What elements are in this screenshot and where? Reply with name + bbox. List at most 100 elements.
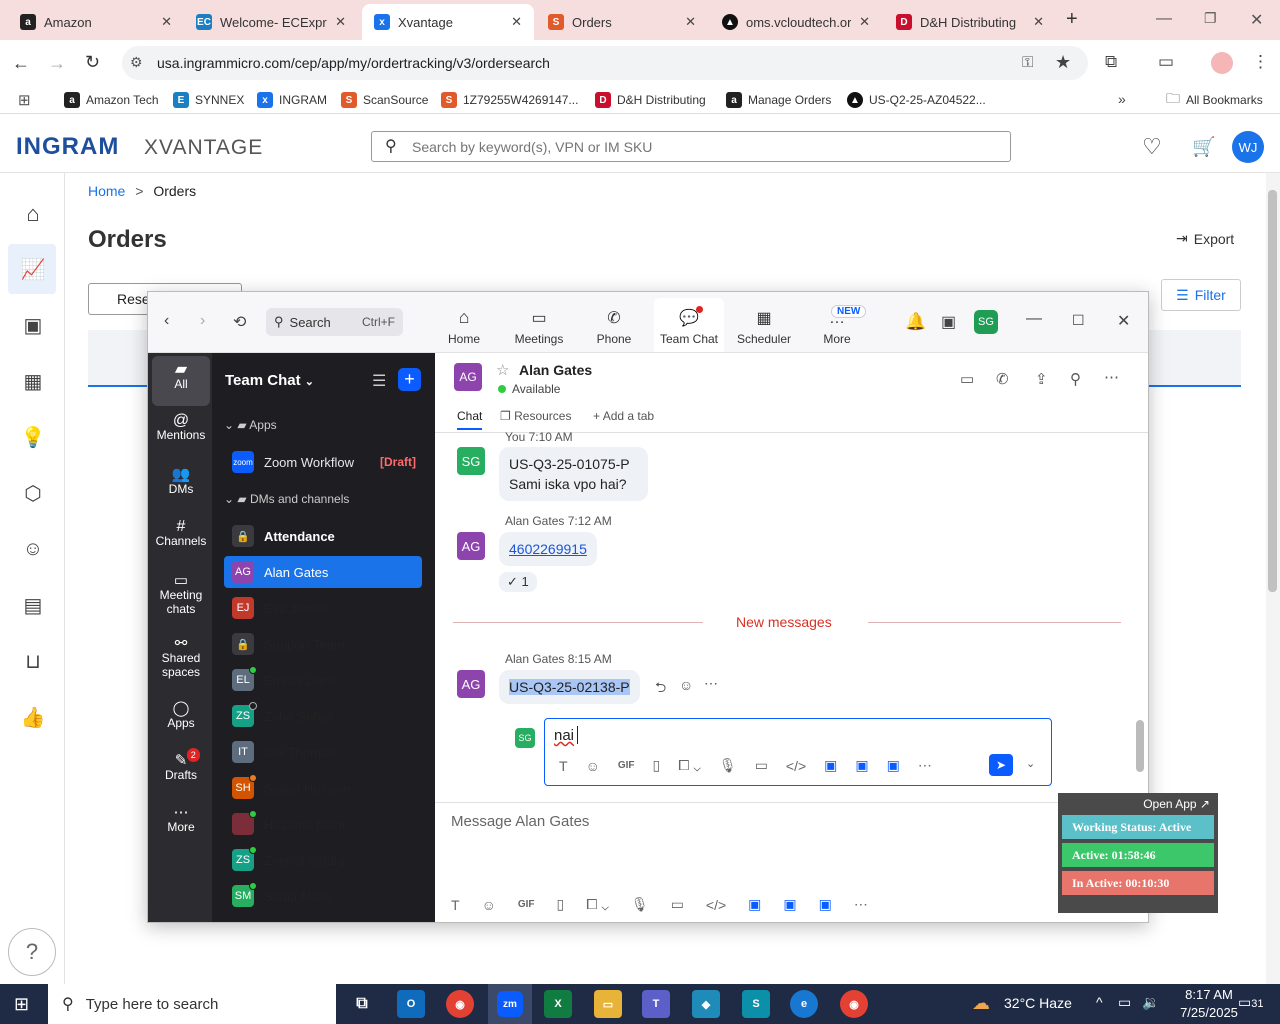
tab-amazon[interactable]: a Amazon ✕: [8, 4, 184, 40]
filter-icon[interactable]: ☰: [372, 371, 386, 391]
zoom-nav-home[interactable]: ⌂ Home: [429, 298, 499, 352]
apps-grid-icon[interactable]: ⊞: [18, 91, 31, 109]
site-info-icon[interactable]: ⚙: [130, 54, 143, 71]
dms-section[interactable]: ⌄ ▰ DMs and channels: [224, 492, 349, 506]
code-icon[interactable]: </>: [786, 758, 806, 774]
menu-icon[interactable]: ⋮: [1252, 52, 1269, 72]
gift-icon[interactable]: ▣: [941, 312, 956, 332]
gif-icon[interactable]: GIF: [618, 760, 635, 771]
cast-icon[interactable]: ▭: [1158, 52, 1174, 72]
bell-icon[interactable]: 🔔: [905, 312, 926, 332]
weather-icon[interactable]: ☁: [972, 993, 990, 1014]
lightbulb-icon[interactable]: 💡: [18, 422, 48, 452]
list-item[interactable]: SM Sadia Malik: [224, 880, 422, 912]
weather-text[interactable]: 32°C Haze: [1004, 995, 1072, 1011]
task-view-icon[interactable]: ⧉: [348, 990, 376, 1018]
filter-button[interactable]: ☰ Filter: [1161, 279, 1241, 311]
app-icon[interactable]: ▣: [819, 896, 832, 913]
message-bubble[interactable]: 4602269915: [499, 532, 597, 566]
zoom-close-button[interactable]: ✕: [1117, 311, 1130, 331]
excel-icon[interactable]: X: [544, 990, 572, 1018]
bag-icon[interactable]: ⊔: [18, 646, 48, 676]
home-icon[interactable]: ⌂: [18, 199, 48, 229]
rail-more[interactable]: ⋯ More: [152, 805, 210, 834]
new-tab-button[interactable]: +: [1066, 8, 1078, 31]
list-item[interactable]: EJ Eva James: [224, 592, 422, 624]
more-options-icon[interactable]: ⋯: [704, 675, 718, 692]
clock-time[interactable]: 8:17 AM: [1170, 987, 1248, 1002]
chat-contact-name[interactable]: Alan Gates: [519, 362, 592, 378]
help-button[interactable]: ?: [8, 928, 56, 976]
thumbs-up-icon[interactable]: 👍: [18, 702, 48, 732]
format-icon[interactable]: T: [451, 897, 460, 913]
zoom-taskbar-icon[interactable]: zm: [488, 984, 532, 1024]
taskbar-search[interactable]: ⚲ Type here to search: [48, 984, 336, 1024]
list-item[interactable]: SH Sajjad Hussain: [224, 772, 422, 804]
star-icon[interactable]: ☆: [496, 361, 509, 379]
reply-icon[interactable]: ⮌: [655, 677, 666, 701]
chevron-up-icon[interactable]: ^: [1096, 994, 1103, 1010]
list-item-zoom-workflow[interactable]: zoom Zoom Workflow [Draft]: [224, 446, 422, 478]
reaction-chip[interactable]: ✓ 1: [499, 572, 537, 592]
edge-icon[interactable]: e: [790, 990, 818, 1018]
user-avatar[interactable]: WJ: [1232, 131, 1264, 163]
all-bookmarks[interactable]: 🗀 All Bookmarks: [1166, 90, 1263, 109]
close-icon[interactable]: ✕: [859, 14, 870, 30]
analytics-icon[interactable]: 📈: [18, 254, 48, 284]
reply-input[interactable]: nai: [554, 727, 574, 744]
list-item[interactable]: ZS Zoha Sohail: [224, 700, 422, 732]
site-search[interactable]: ⚲: [371, 131, 1011, 162]
send-button[interactable]: ➤: [989, 754, 1013, 776]
export-button[interactable]: ⇥ Export: [1176, 230, 1234, 247]
ingram-logo[interactable]: INGRAM: [16, 133, 119, 161]
extensions-icon[interactable]: ⧉: [1105, 52, 1117, 72]
list-item[interactable]: ZS Zeenat Siddiq: [224, 844, 422, 876]
bookmark-manage-orders[interactable]: a Manage Orders: [726, 91, 831, 109]
message-input[interactable]: Message Alan Gates: [451, 813, 589, 830]
restore-button[interactable]: ❐: [1204, 10, 1217, 27]
rail-drafts[interactable]: ✎ 2 Drafts: [152, 748, 210, 782]
apps-section[interactable]: ⌄ ▰ Apps: [224, 418, 277, 432]
bookmark-scansource[interactable]: S ScanSource: [341, 91, 428, 109]
open-app-button[interactable]: Open App ↗: [1062, 797, 1214, 811]
app-icon[interactable]: ◆: [692, 990, 720, 1018]
code-icon[interactable]: </>: [706, 897, 726, 913]
history-icon[interactable]: ⟲: [233, 312, 246, 332]
site-search-input[interactable]: [412, 137, 992, 157]
box-icon[interactable]: ▣: [18, 310, 48, 340]
avatar[interactable]: AG: [457, 532, 485, 560]
rail-mentions[interactable]: @ Mentions: [152, 413, 210, 443]
gif-icon[interactable]: GIF: [518, 899, 535, 910]
close-icon[interactable]: ✕: [161, 14, 172, 30]
heart-icon[interactable]: ♡: [1142, 134, 1162, 160]
app-icon[interactable]: S: [742, 990, 770, 1018]
avatar[interactable]: SG: [457, 447, 485, 475]
bookmark-amazon-tech[interactable]: a Amazon Tech: [64, 91, 159, 109]
screenshot-icon[interactable]: ⧠ ⌄: [678, 757, 701, 774]
screenshot-icon[interactable]: ⧠ ⌄: [586, 896, 609, 913]
minimize-button[interactable]: —: [1156, 10, 1172, 28]
key-icon[interactable]: ⚿: [1022, 54, 1033, 71]
cart-icon[interactable]: 🛒: [1192, 135, 1216, 159]
list-item[interactable]: 🔒 Support Team: [224, 628, 422, 660]
bookmark-tracking[interactable]: S 1Z79255W4269147...: [441, 91, 578, 109]
format-icon[interactable]: T: [559, 758, 568, 774]
rail-dms[interactable]: 👥 DMs: [152, 467, 210, 496]
app-icon[interactable]: ▣: [783, 896, 796, 913]
zoom-search[interactable]: ⚲ Search Ctrl+F: [266, 308, 403, 336]
bookmark-synnex[interactable]: E SYNNEX: [173, 91, 244, 109]
star-icon[interactable]: ★: [1055, 52, 1071, 73]
chat-avatar[interactable]: AG: [454, 363, 482, 391]
clock-date[interactable]: 7/25/2025: [1170, 1005, 1248, 1020]
tab-dh[interactable]: D D&H Distributing ✕: [884, 4, 1056, 40]
message-bubble[interactable]: US-Q3-25-01075-P Sami iska vpo hai?: [499, 447, 648, 501]
app-icon[interactable]: ▣: [748, 896, 761, 913]
list-item[interactable]: Hazama Nazir: [224, 808, 422, 840]
microphone-icon[interactable]: 🎙: [631, 896, 649, 913]
search-icon[interactable]: ⚲: [1070, 370, 1081, 388]
tab-chat[interactable]: Chat: [457, 409, 483, 430]
app-icon[interactable]: ▣: [887, 757, 900, 774]
back-icon[interactable]: ‹: [164, 312, 169, 330]
tab-add[interactable]: + Add a tab: [593, 409, 654, 423]
forward-icon[interactable]: →: [48, 53, 66, 74]
